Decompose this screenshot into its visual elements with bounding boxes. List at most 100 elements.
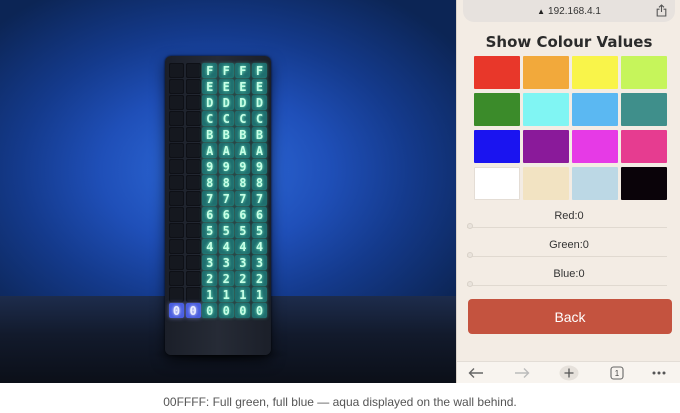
- blue-slider-block: Blue:0: [467, 268, 671, 287]
- red-slider-label: Red:0: [554, 210, 584, 222]
- browser-toolbar: 1: [457, 361, 680, 383]
- led-cell: 1: [218, 287, 234, 302]
- led-cell: A: [218, 143, 234, 158]
- tab-count: 1: [614, 368, 620, 378]
- led-cell: 1: [235, 287, 251, 302]
- led-cell: [185, 175, 201, 190]
- led-cell: [169, 159, 184, 174]
- led-cell: 1: [251, 287, 267, 302]
- led-cell: 2: [218, 271, 234, 286]
- led-cell: B: [218, 127, 234, 142]
- led-cell: A: [235, 143, 251, 158]
- red-slider-thumb[interactable]: [467, 223, 473, 229]
- led-cell: [169, 143, 184, 158]
- led-cell: 6: [202, 207, 218, 222]
- led-cell: [185, 271, 201, 286]
- figure-caption: 00FFFF: Full green, full blue — aqua dis…: [163, 395, 517, 409]
- led-cell: 4: [235, 239, 251, 254]
- led-cell: 8: [202, 175, 218, 190]
- led-cell: [169, 127, 184, 142]
- led-cell: E: [235, 79, 251, 94]
- led-cell: [169, 287, 184, 302]
- url-text: 192.168.4.1: [548, 5, 601, 17]
- led-cell: 4: [218, 239, 234, 254]
- led-cell: [185, 143, 201, 158]
- led-cell: 4: [251, 239, 267, 254]
- phone-browser: ▲ 192.168.4.1 Show Colour Values Red:0 G…: [456, 0, 680, 383]
- colour-swatch[interactable]: [572, 167, 618, 200]
- led-cell: E: [218, 79, 234, 94]
- led-cell: D: [202, 95, 218, 110]
- green-slider[interactable]: [467, 252, 667, 258]
- led-cell: B: [202, 127, 218, 142]
- led-cell: [185, 191, 201, 206]
- green-slider-block: Green:0: [467, 239, 671, 258]
- led-cell: [169, 79, 184, 94]
- colour-swatch[interactable]: [621, 167, 667, 200]
- red-slider-block: Red:0: [467, 210, 671, 229]
- colour-swatch[interactable]: [474, 56, 520, 89]
- tab-count-icon[interactable]: 1: [608, 365, 626, 381]
- led-cell: D: [251, 95, 267, 110]
- led-cell: [169, 239, 184, 254]
- led-cell: [185, 95, 201, 110]
- led-cell: 0: [185, 303, 201, 318]
- colour-swatch[interactable]: [474, 93, 520, 126]
- colour-swatch[interactable]: [523, 167, 569, 200]
- led-cell: E: [202, 79, 218, 94]
- colour-swatch[interactable]: [523, 93, 569, 126]
- colour-swatch[interactable]: [572, 93, 618, 126]
- colour-swatch[interactable]: [621, 93, 667, 126]
- back-button[interactable]: Back: [468, 299, 672, 334]
- led-cell: E: [251, 79, 267, 94]
- arrow-right-icon[interactable]: [513, 365, 531, 381]
- address-bar[interactable]: ▲ 192.168.4.1: [463, 0, 675, 22]
- green-slider-thumb[interactable]: [467, 252, 473, 258]
- plus-icon[interactable]: [558, 365, 580, 381]
- arrow-left-icon[interactable]: [467, 365, 485, 381]
- led-cell: 5: [202, 223, 218, 238]
- led-cell: [185, 127, 201, 142]
- led-cell: B: [235, 127, 251, 142]
- led-cell: F: [251, 63, 267, 78]
- more-dots-icon[interactable]: [650, 365, 668, 381]
- led-cell: A: [202, 143, 218, 158]
- led-cell: 0: [235, 303, 251, 318]
- led-cell: [169, 63, 184, 78]
- led-grid: FFFFEEEEDDDDCCCCBBBBAAAA9999888877776666…: [169, 63, 267, 319]
- led-cell: [185, 223, 201, 238]
- colour-swatch[interactable]: [572, 130, 618, 163]
- led-cell: [169, 175, 184, 190]
- red-slider[interactable]: [467, 223, 667, 229]
- led-cell: 3: [202, 255, 218, 270]
- led-cell: [169, 191, 184, 206]
- colour-swatch[interactable]: [621, 130, 667, 163]
- led-cell: 3: [251, 255, 267, 270]
- led-cell: 2: [235, 271, 251, 286]
- led-cell: 9: [235, 159, 251, 174]
- screenshot-root: FFFFEEEEDDDDCCCCBBBBAAAA9999888877776666…: [0, 0, 680, 413]
- led-cell: 8: [235, 175, 251, 190]
- led-cell: 5: [218, 223, 234, 238]
- colour-swatch[interactable]: [474, 130, 520, 163]
- led-cell: A: [251, 143, 267, 158]
- led-cell: B: [251, 127, 267, 142]
- led-cell: [185, 239, 201, 254]
- colour-swatch[interactable]: [523, 56, 569, 89]
- colour-swatch[interactable]: [474, 167, 520, 200]
- lock-icon: ▲: [537, 6, 546, 16]
- blue-slider-thumb[interactable]: [467, 281, 473, 287]
- led-cell: [185, 79, 201, 94]
- led-cell: [169, 95, 184, 110]
- led-cell: 5: [235, 223, 251, 238]
- led-cell: 9: [251, 159, 267, 174]
- colour-swatch[interactable]: [621, 56, 667, 89]
- led-cell: 7: [235, 191, 251, 206]
- blue-slider[interactable]: [467, 281, 667, 287]
- led-cell: [185, 159, 201, 174]
- colour-swatch[interactable]: [572, 56, 618, 89]
- colour-swatch[interactable]: [523, 130, 569, 163]
- led-cell: 7: [218, 191, 234, 206]
- share-icon[interactable]: [656, 4, 667, 20]
- led-cell: [169, 223, 184, 238]
